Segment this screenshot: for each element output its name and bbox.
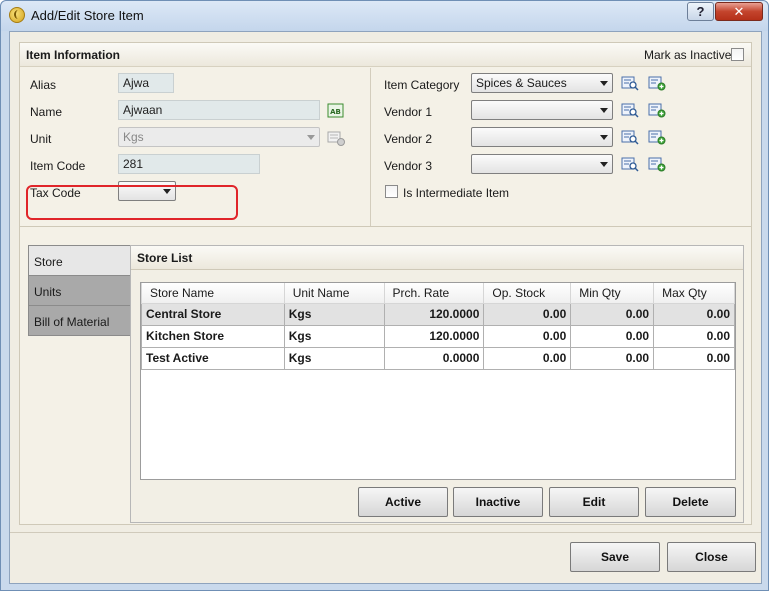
vendor-3-label: Vendor 3 — [384, 159, 433, 173]
cell-op-stock: 0.00 — [483, 324, 572, 348]
translate-ab-icon[interactable]: AB — [327, 103, 345, 119]
mark-inactive-checkbox[interactable] — [731, 48, 744, 61]
item-code-label: Item Code — [30, 159, 86, 173]
intermediate-item-checkbox[interactable] — [385, 185, 398, 198]
cell-store-name: Central Store — [141, 302, 285, 326]
cell-min-qty: 0.00 — [570, 346, 655, 370]
chevron-down-icon — [307, 135, 315, 140]
save-button[interactable]: Save — [570, 542, 660, 572]
item-code-input[interactable]: 281 — [118, 154, 260, 174]
title-bar[interactable]: Add/Edit Store Item ? ✕ — [1, 1, 768, 31]
alias-label: Alias — [30, 78, 57, 92]
column-header-prch-rate[interactable]: Prch. Rate — [383, 283, 485, 304]
tab-units[interactable]: Units — [28, 275, 131, 306]
item-information-title: Item Information — [26, 48, 121, 62]
cell-max-qty: 0.00 — [653, 324, 735, 348]
inactive-button[interactable]: Inactive — [453, 487, 543, 517]
tab-store[interactable]: Store — [28, 245, 131, 276]
column-header-max-qty[interactable]: Max Qty — [653, 283, 735, 304]
unit-label: Unit — [30, 132, 52, 146]
item-information-panel: Item Information Mark as Inactive Alias … — [19, 42, 752, 525]
vendor-1-label: Vendor 1 — [384, 105, 433, 119]
cell-min-qty: 0.00 — [570, 302, 655, 326]
category-lookup-icon[interactable] — [621, 75, 639, 91]
vendor-1-lookup-icon[interactable] — [621, 102, 639, 118]
chevron-down-icon — [600, 135, 608, 140]
alias-input[interactable]: Ajwa — [118, 73, 174, 93]
delete-button[interactable]: Delete — [645, 487, 736, 517]
active-button[interactable]: Active — [358, 487, 448, 517]
cell-prch-rate: 0.0000 — [383, 346, 485, 370]
column-header-min-qty[interactable]: Min Qty — [570, 283, 655, 304]
svg-text:AB: AB — [330, 108, 341, 116]
vendor-2-add-icon[interactable] — [648, 129, 666, 145]
table-row[interactable]: Central Store Kgs 120.0000 0.00 0.00 0.0… — [141, 302, 735, 326]
store-list-grid[interactable]: Store Name Unit Name Prch. Rate Op. Stoc… — [140, 282, 736, 480]
store-list-header: Store List — [131, 246, 743, 270]
vendor-3-dropdown[interactable] — [471, 154, 613, 174]
table-row[interactable]: Kitchen Store Kgs 120.0000 0.00 0.00 0.0… — [141, 324, 735, 348]
cell-min-qty: 0.00 — [570, 324, 655, 348]
item-category-value: Spices & Sauces — [476, 76, 567, 90]
chevron-down-icon — [600, 162, 608, 167]
help-button[interactable]: ? — [687, 2, 714, 21]
cell-store-name: Test Active — [141, 346, 285, 370]
intermediate-item-label: Is Intermediate Item — [403, 186, 510, 200]
tab-bill-of-material[interactable]: Bill of Material — [28, 305, 131, 336]
app-logo-icon — [9, 7, 25, 23]
chevron-down-icon — [600, 108, 608, 113]
vendor-3-lookup-icon[interactable] — [621, 156, 639, 172]
vendor-1-add-icon[interactable] — [648, 102, 666, 118]
cell-max-qty: 0.00 — [653, 346, 735, 370]
cell-unit-name: Kgs — [283, 346, 385, 370]
add-unit-icon[interactable] — [327, 130, 345, 146]
unit-dropdown-value: Kgs — [123, 130, 144, 144]
vendor-2-label: Vendor 2 — [384, 132, 433, 146]
unit-dropdown[interactable]: Kgs — [118, 127, 320, 147]
dialog-window: Add/Edit Store Item ? ✕ Item Information… — [0, 0, 769, 591]
mark-inactive-label: Mark as Inactive — [644, 48, 732, 62]
edit-button[interactable]: Edit — [549, 487, 639, 517]
window-title: Add/Edit Store Item — [31, 8, 144, 23]
name-input[interactable]: Ajwaan — [118, 100, 320, 120]
store-list-panel: Store List Store Name Unit Name Prch. Ra… — [130, 245, 744, 523]
window-close-button[interactable]: ✕ — [715, 2, 763, 21]
cell-op-stock: 0.00 — [483, 302, 572, 326]
item-category-label: Item Category — [384, 78, 460, 92]
column-header-unit-name[interactable]: Unit Name — [283, 283, 385, 304]
table-row[interactable]: Test Active Kgs 0.0000 0.00 0.00 0.00 — [141, 346, 735, 370]
cell-max-qty: 0.00 — [653, 302, 735, 326]
column-header-store-name[interactable]: Store Name — [141, 283, 285, 304]
cell-op-stock: 0.00 — [483, 346, 572, 370]
cell-unit-name: Kgs — [283, 302, 385, 326]
footer-divider — [10, 532, 761, 533]
store-list-title: Store List — [137, 251, 193, 265]
category-add-icon[interactable] — [648, 75, 666, 91]
tax-code-highlight-annotation — [26, 185, 238, 220]
cell-unit-name: Kgs — [283, 324, 385, 348]
column-header-op-stock[interactable]: Op. Stock — [483, 283, 572, 304]
vendor-1-dropdown[interactable] — [471, 100, 613, 120]
store-table: Store Name Unit Name Prch. Rate Op. Stoc… — [141, 283, 735, 370]
side-tab-strip: Store Units Bill of Material — [28, 245, 131, 336]
item-category-dropdown[interactable]: Spices & Sauces — [471, 73, 613, 93]
cell-prch-rate: 120.0000 — [383, 302, 485, 326]
vendor-2-dropdown[interactable] — [471, 127, 613, 147]
vendor-2-lookup-icon[interactable] — [621, 129, 639, 145]
section-divider — [20, 226, 751, 227]
table-header-row: Store Name Unit Name Prch. Rate Op. Stoc… — [141, 283, 735, 304]
name-label: Name — [30, 105, 63, 119]
dialog-client-area: Item Information Mark as Inactive Alias … — [9, 31, 762, 584]
column-divider — [370, 68, 371, 226]
close-button[interactable]: Close — [667, 542, 756, 572]
cell-prch-rate: 120.0000 — [383, 324, 485, 348]
vendor-3-add-icon[interactable] — [648, 156, 666, 172]
cell-store-name: Kitchen Store — [141, 324, 285, 348]
item-information-header: Item Information Mark as Inactive — [20, 43, 751, 67]
chevron-down-icon — [600, 81, 608, 86]
